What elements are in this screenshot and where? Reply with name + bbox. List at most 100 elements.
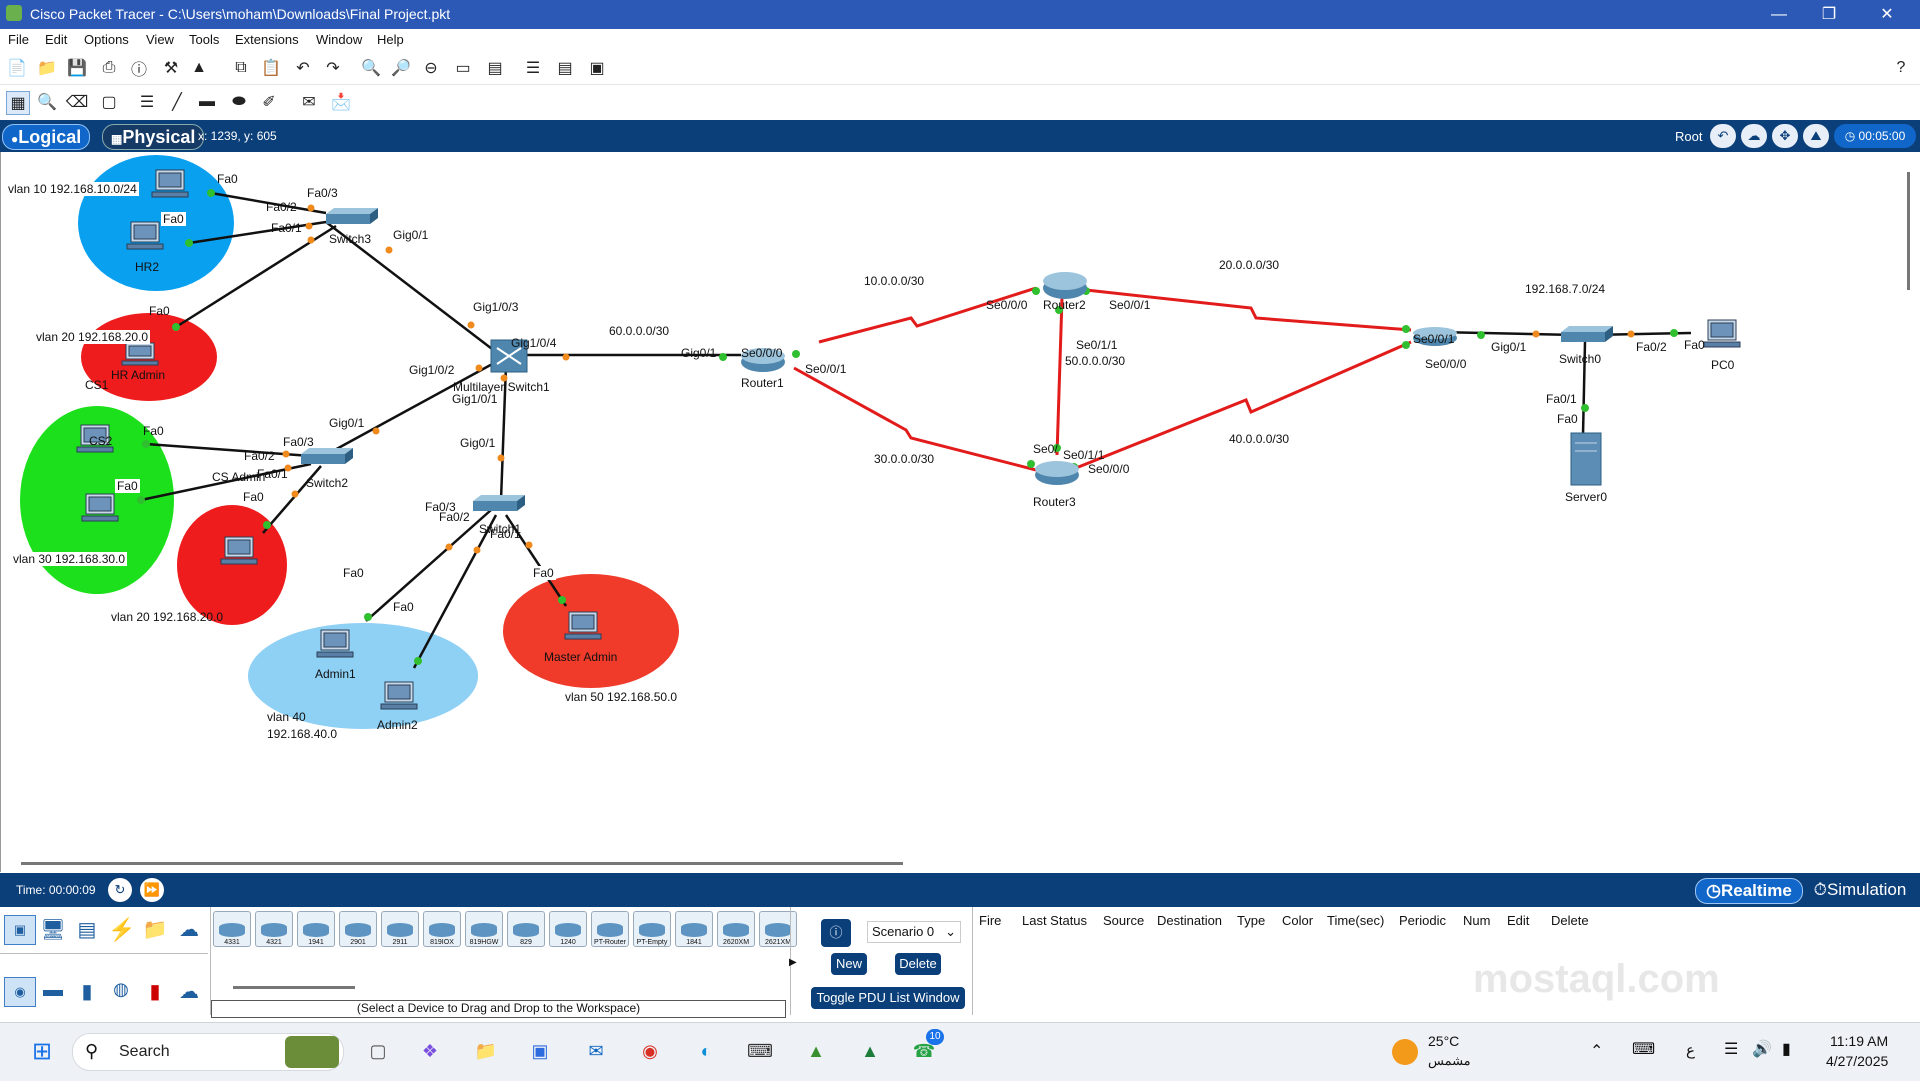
edge-icon[interactable]: ◐ bbox=[688, 1033, 724, 1069]
simulation-mode-button[interactable]: ⏱Simulation bbox=[1806, 878, 1914, 902]
device-label-masteradmin[interactable]: Master Admin bbox=[544, 650, 617, 664]
device-label-switch0[interactable]: Switch0 bbox=[1559, 352, 1601, 366]
new-file-icon[interactable]: 📄 bbox=[6, 57, 28, 79]
menu-file[interactable]: File bbox=[8, 32, 29, 47]
viewport-icon[interactable]: ▣ bbox=[586, 57, 608, 79]
terminal-icon[interactable]: ⌨ bbox=[742, 1033, 778, 1069]
redo-icon[interactable]: ↷ bbox=[322, 57, 344, 79]
scenario-info-icon[interactable]: ⓘ bbox=[821, 919, 851, 947]
components-icon[interactable]: ▤ bbox=[74, 917, 100, 943]
minimize-button[interactable]: — bbox=[1756, 0, 1802, 29]
keyboard-icon[interactable]: ⌨ bbox=[1632, 1039, 1655, 1059]
hubs-category-icon[interactable]: ▮ bbox=[74, 979, 100, 1005]
vertical-scrollbar[interactable] bbox=[1907, 172, 1910, 290]
taskbar-search-box[interactable]: ⚲ Search bbox=[72, 1033, 344, 1071]
print-icon[interactable]: ⎙ bbox=[98, 57, 120, 79]
reset-time-icon[interactable]: ↻ bbox=[108, 878, 132, 902]
microsoft-store-icon[interactable]: ▣ bbox=[522, 1033, 558, 1069]
topology-canvas[interactable] bbox=[1, 152, 1920, 872]
windows-start-icon[interactable]: ⊞ bbox=[24, 1033, 60, 1069]
maximize-button[interactable]: ❐ bbox=[1806, 0, 1852, 29]
cluster-icon[interactable]: ☁ bbox=[1741, 124, 1767, 148]
undo-icon[interactable]: ↶ bbox=[292, 57, 314, 79]
background-image-icon[interactable]: ⛰ bbox=[1803, 124, 1829, 148]
save-icon[interactable]: 💾 bbox=[66, 57, 88, 79]
device-label-cs1[interactable]: CS1 bbox=[85, 378, 108, 392]
inspect-icon[interactable]: 🔍 bbox=[36, 91, 58, 113]
draw-line-icon[interactable]: ╱ bbox=[166, 91, 188, 113]
device-label-hr2[interactable]: HR2 bbox=[135, 260, 159, 274]
connections-icon[interactable]: ⚡ bbox=[108, 917, 135, 943]
device-label-server0[interactable]: Server0 bbox=[1565, 490, 1607, 504]
task-view-icon[interactable]: ▢ bbox=[360, 1033, 396, 1069]
misc-icon[interactable]: 📁 bbox=[142, 917, 168, 943]
device-label-router3[interactable]: Router3 bbox=[1033, 495, 1076, 509]
root-label[interactable]: Root bbox=[1675, 129, 1702, 144]
realtime-mode-button[interactable]: ◷Realtime bbox=[1695, 878, 1803, 904]
device-model-item[interactable]: 1841 bbox=[675, 911, 713, 947]
clock-time[interactable]: 11:19 AM bbox=[1830, 1033, 1888, 1049]
routers-category-icon[interactable]: ◉ bbox=[4, 977, 36, 1007]
clock-date[interactable]: 4/27/2025 bbox=[1826, 1053, 1888, 1069]
scenario-select[interactable]: Scenario 0 ⌄ bbox=[867, 921, 961, 943]
input-language[interactable]: ع bbox=[1686, 1041, 1695, 1059]
zoom-out-icon[interactable]: ⊖ bbox=[420, 57, 442, 79]
network-wizard-icon[interactable]: ⚒ bbox=[160, 57, 182, 79]
device-label-admin1[interactable]: Admin1 bbox=[315, 667, 356, 681]
drawing-palette-icon[interactable]: ▭ bbox=[452, 57, 474, 79]
menu-window[interactable]: Window bbox=[316, 32, 362, 47]
device-model-item[interactable]: 4321 bbox=[255, 911, 293, 947]
device-template-icon[interactable]: ▤ bbox=[554, 57, 576, 79]
device-model-item[interactable]: 2901 bbox=[339, 911, 377, 947]
device-model-item[interactable]: 819HGW bbox=[465, 911, 503, 947]
activity-wizard-icon[interactable]: ▲ bbox=[188, 57, 210, 79]
device-model-item[interactable]: 2911 bbox=[381, 911, 419, 947]
show-hidden-icons-icon[interactable]: ⌃ bbox=[1590, 1041, 1603, 1061]
place-note-icon[interactable]: ☰ bbox=[136, 91, 158, 113]
outlook-icon[interactable]: ✉ bbox=[578, 1033, 614, 1069]
menu-tools[interactable]: Tools bbox=[189, 32, 219, 47]
wireless-category-icon[interactable]: ◍ bbox=[108, 979, 134, 1005]
menu-help[interactable]: Help bbox=[377, 32, 404, 47]
move-object-icon[interactable]: ✥ bbox=[1772, 124, 1798, 148]
back-icon[interactable]: ↶ bbox=[1710, 124, 1736, 148]
device-label-router1[interactable]: Router1 bbox=[741, 376, 784, 390]
info-icon[interactable]: ⓘ bbox=[128, 57, 150, 79]
multiuser-icon[interactable]: ☁ bbox=[176, 917, 202, 943]
menu-view[interactable]: View bbox=[146, 32, 174, 47]
open-folder-icon[interactable]: 📁 bbox=[36, 57, 58, 79]
viewport-clock[interactable]: ◷ 00:05:00 bbox=[1834, 124, 1916, 148]
battery-icon[interactable]: ▮ bbox=[1782, 1039, 1791, 1059]
logical-tab[interactable]: ●Logical bbox=[2, 124, 91, 150]
device-model-item[interactable]: 1240 bbox=[549, 911, 587, 947]
paste-icon[interactable]: 📋 bbox=[260, 57, 282, 79]
volume-icon[interactable]: 🔊 bbox=[1752, 1039, 1772, 1059]
device-model-item[interactable]: 1941 bbox=[297, 911, 335, 947]
end-devices-icon[interactable]: 🖥 bbox=[40, 917, 66, 943]
add-simple-pdu-icon[interactable]: ✉ bbox=[298, 91, 320, 113]
menu-options[interactable]: Options bbox=[84, 32, 129, 47]
device-model-item[interactable]: PT-Router bbox=[591, 911, 629, 947]
device-model-item[interactable]: 2620XM bbox=[717, 911, 755, 947]
select-tool-icon[interactable]: ▦ bbox=[6, 91, 30, 115]
device-label-pc0[interactable]: PC0 bbox=[1711, 358, 1734, 372]
help-icon[interactable]: ? bbox=[1890, 57, 1912, 79]
delete-tool-icon[interactable]: ⌫ bbox=[66, 91, 89, 113]
delete-scenario-button[interactable]: Delete bbox=[895, 953, 941, 975]
wifi-icon[interactable]: ☰ bbox=[1724, 1039, 1738, 1059]
close-button[interactable]: ✕ bbox=[1864, 0, 1910, 29]
collapse-arrow-icon[interactable]: ▶ bbox=[789, 957, 797, 968]
file-explorer-icon[interactable]: 📁 bbox=[468, 1033, 504, 1069]
freeform-icon[interactable]: ✐ bbox=[258, 91, 280, 113]
menu-edit[interactable]: Edit bbox=[45, 32, 67, 47]
physical-tab[interactable]: ▦Physical bbox=[102, 124, 205, 150]
wan-emulation-icon[interactable]: ☁ bbox=[176, 979, 202, 1005]
device-model-item[interactable]: 829 bbox=[507, 911, 545, 947]
packet-tracer-active-icon[interactable]: ▲ bbox=[852, 1033, 888, 1069]
workspace[interactable]: vlan 10 192.168.10.0/24 vlan 20 192.168.… bbox=[0, 152, 1920, 872]
device-label-hradmin[interactable]: HR Admin bbox=[111, 368, 165, 382]
custom-device-icon[interactable]: ▤ bbox=[484, 57, 506, 79]
menu-extensions[interactable]: Extensions bbox=[235, 32, 299, 47]
copy-icon[interactable]: ⧉ bbox=[230, 57, 252, 79]
chrome-icon[interactable]: ◉ bbox=[632, 1033, 668, 1069]
